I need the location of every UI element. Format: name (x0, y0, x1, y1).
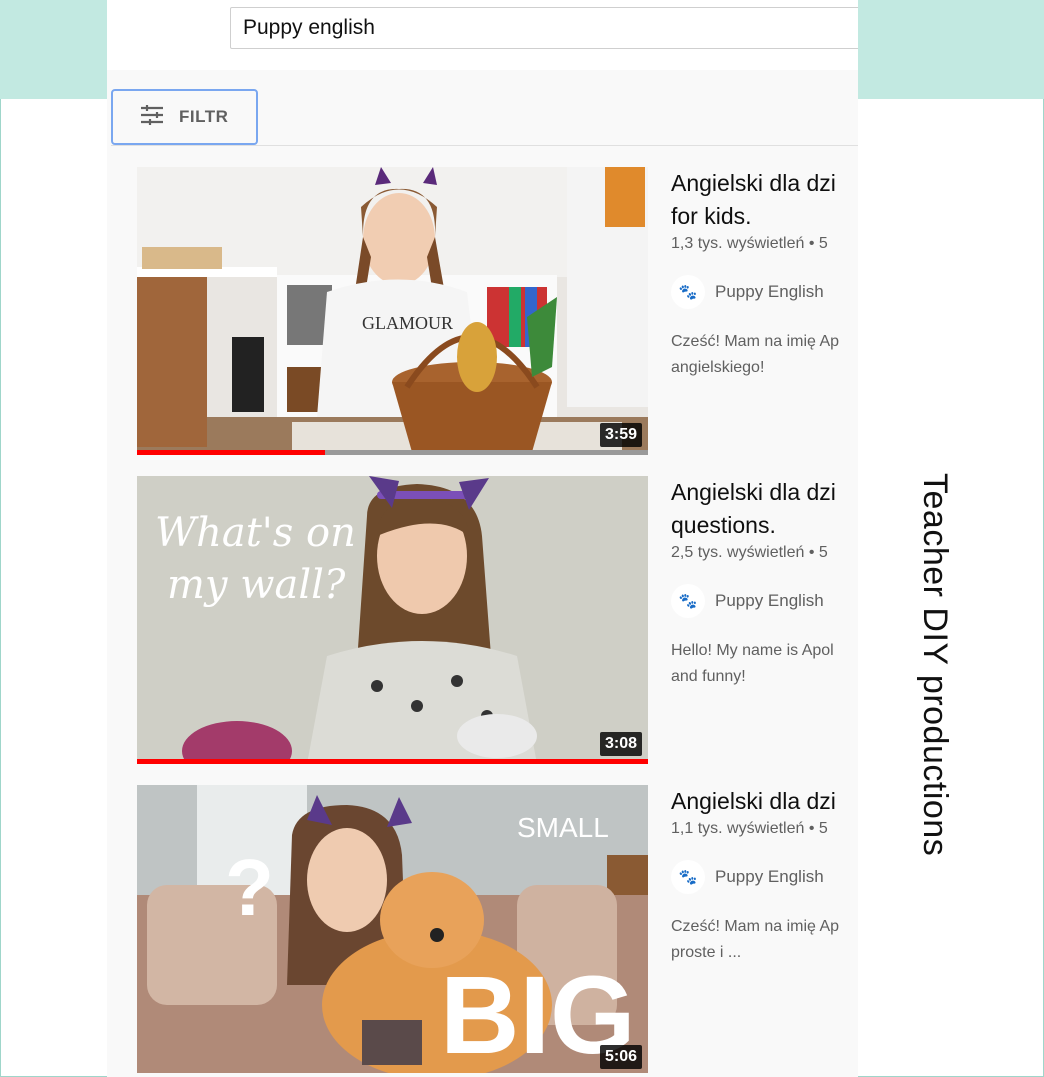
search-query: Puppy english (243, 16, 375, 39)
video-description: Cześć! Mam na imię Ap proste i ... (671, 914, 858, 966)
video-result[interactable]: What's on my wall? 3:08 Angielski dla dz… (137, 476, 858, 764)
video-meta: Angielski dla dzi for kids. 1,3 tys. wyś… (671, 167, 858, 381)
side-caption: Teacher DIY productions (916, 473, 954, 857)
divider (111, 145, 858, 146)
thumbnail-caption: What's on (155, 510, 356, 556)
description-line: angielskiego! (671, 359, 765, 376)
watch-progress-fill (137, 450, 325, 455)
video-result[interactable]: ? SMALL BIG 5:06 Angielski dla dzi 1,1 t… (137, 785, 858, 1073)
filter-sliders-icon (139, 104, 165, 131)
paw-avatar-icon: 🐾 (671, 275, 705, 309)
view-count: 2,5 tys. wyświetleń • 5 (671, 544, 828, 561)
video-title-line: Angielski dla dzi (671, 788, 836, 814)
channel-name: Puppy English (715, 867, 824, 886)
view-count: 1,1 tys. wyświetleń • 5 (671, 820, 828, 837)
video-meta: Angielski dla dzi questions. 2,5 tys. wy… (671, 476, 858, 690)
video-title-line: for kids. (671, 203, 752, 229)
watch-progress-fill (137, 759, 648, 764)
video-title[interactable]: Angielski dla dzi questions. (671, 476, 858, 542)
channel-link[interactable]: 🐾 Puppy English (671, 584, 858, 618)
channel-link[interactable]: 🐾 Puppy English (671, 275, 858, 309)
search-area: Puppy english (107, 0, 858, 70)
duration-badge: 3:59 (599, 423, 642, 447)
paw-avatar-icon: 🐾 (671, 584, 705, 618)
watch-progress-bar (137, 759, 648, 764)
video-title-line: Angielski dla dzi (671, 479, 836, 505)
video-thumbnail[interactable]: What's on my wall? 3:08 (137, 476, 648, 764)
description-line: proste i ... (671, 944, 742, 961)
description-line: Hello! My name is Apol (671, 642, 834, 659)
svg-text:GLAMOUR: GLAMOUR (362, 313, 453, 333)
thumbnail-question-mark: ? (225, 843, 274, 932)
view-count: 1,3 tys. wyświetleń • 5 (671, 235, 828, 252)
channel-link[interactable]: 🐾 Puppy English (671, 860, 858, 894)
filter-button[interactable]: FILTR (111, 89, 258, 145)
video-description: Hello! My name is Apol and funny! (671, 638, 858, 690)
video-description: Cześć! Mam na imię Ap angielskiego! (671, 329, 858, 381)
description-line: and funny! (671, 668, 746, 685)
video-title-line: questions. (671, 512, 776, 538)
video-meta: Angielski dla dzi 1,1 tys. wyświetleń • … (671, 785, 858, 966)
search-input[interactable]: Puppy english (230, 7, 858, 49)
channel-name: Puppy English (715, 282, 824, 301)
paw-avatar-icon: 🐾 (671, 860, 705, 894)
watch-progress-bar (137, 450, 648, 455)
description-line: Cześć! Mam na imię Ap (671, 918, 840, 935)
channel-name: Puppy English (715, 591, 824, 610)
video-thumbnail[interactable]: GLAMOUR 3:59 (137, 167, 648, 455)
video-title[interactable]: Angielski dla dzi (671, 785, 858, 818)
filter-label: FILTR (179, 107, 229, 126)
duration-badge: 5:06 (599, 1045, 642, 1069)
thumbnail-caption: my wall? (167, 562, 346, 608)
video-title-line: Angielski dla dzi (671, 170, 836, 196)
video-result[interactable]: GLAMOUR 3:59 Angielski dla dzi for kids.… (137, 167, 858, 455)
video-title[interactable]: Angielski dla dzi for kids. (671, 167, 858, 233)
duration-badge: 3:08 (599, 732, 642, 756)
description-line: Cześć! Mam na imię Ap (671, 333, 840, 350)
thumbnail-caption: SMALL (517, 812, 609, 843)
youtube-results-panel: Puppy english FILTR GLAMOUR 3:59 Angiels… (107, 0, 858, 1077)
video-thumbnail[interactable]: ? SMALL BIG 5:06 (137, 785, 648, 1073)
